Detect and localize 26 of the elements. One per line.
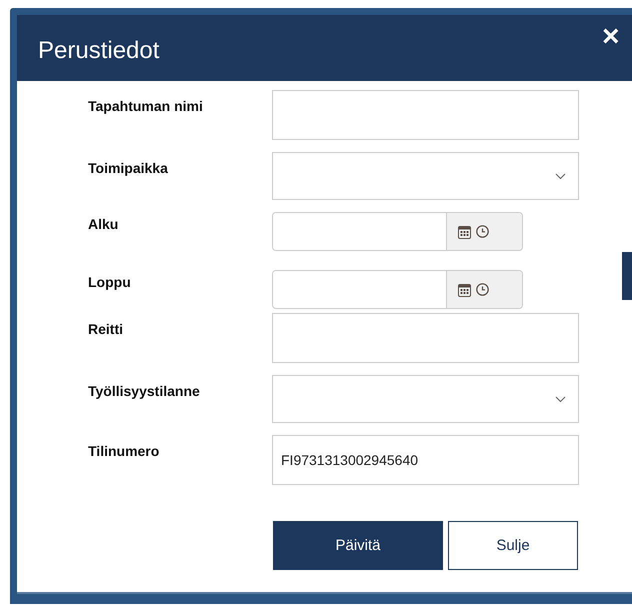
date-time-picker-button[interactable] bbox=[447, 213, 522, 250]
field-label: Tilinumero bbox=[88, 442, 160, 461]
field-label: Toimipaikka bbox=[88, 159, 169, 178]
close-button[interactable]: × bbox=[602, 22, 632, 74]
input-field[interactable] bbox=[272, 90, 579, 140]
dialog-title: Perustiedot bbox=[38, 37, 160, 65]
update-button[interactable]: Päivitä bbox=[273, 521, 443, 570]
field-label: Loppu bbox=[88, 273, 132, 292]
clock-icon bbox=[476, 225, 489, 238]
input-field[interactable] bbox=[272, 313, 579, 363]
date-time-picker-button[interactable] bbox=[447, 271, 522, 308]
field-label: Työllisyystilanne bbox=[88, 382, 201, 401]
field-label: Alku bbox=[88, 215, 120, 234]
close-dialog-button[interactable]: Sulje bbox=[448, 521, 578, 570]
date-time-field[interactable] bbox=[272, 212, 523, 251]
date-time-field[interactable] bbox=[272, 270, 523, 309]
dropdown-field[interactable] bbox=[272, 152, 579, 200]
calendar-icon bbox=[458, 224, 471, 238]
clock-icon bbox=[476, 283, 489, 296]
calendar-icon bbox=[458, 282, 471, 296]
field-label: Tapahtuman nimi bbox=[88, 97, 204, 116]
chevron-down-icon bbox=[555, 396, 566, 402]
field-label: Reitti bbox=[88, 320, 124, 339]
input-field[interactable]: FI9731313002945640 bbox=[272, 435, 579, 485]
chevron-down-icon bbox=[555, 172, 566, 180]
dropdown-field[interactable] bbox=[272, 375, 579, 423]
